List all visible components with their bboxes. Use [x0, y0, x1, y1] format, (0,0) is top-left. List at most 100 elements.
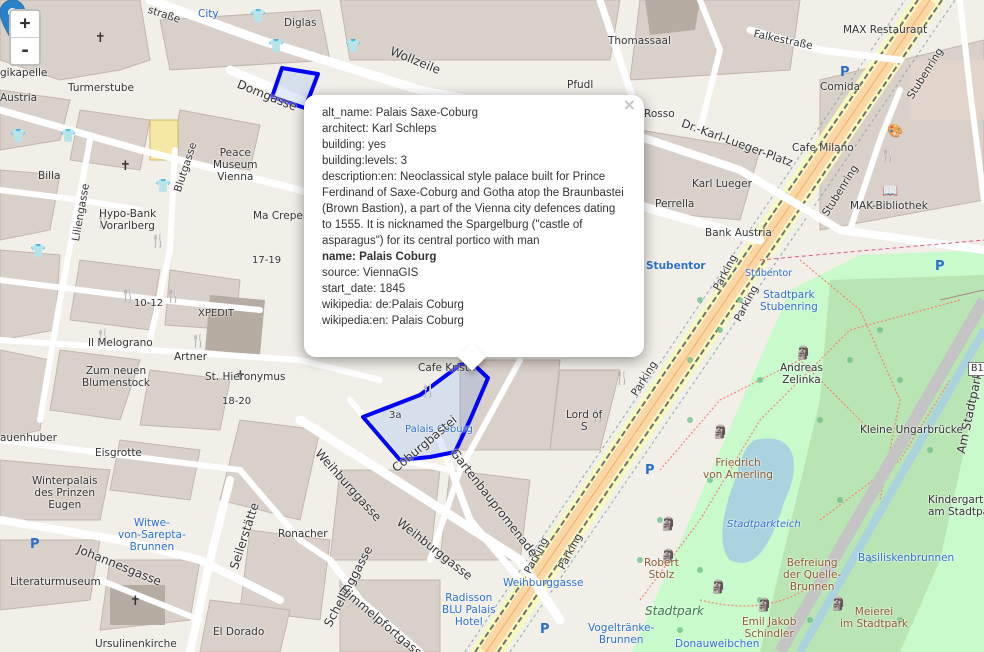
label-stadtpark-stubenring: Stadtpark Stubenring [760, 289, 818, 313]
label-austria: Austria [0, 92, 38, 104]
label-hypo-bank: Hypo-Bank Vorarlberg [99, 208, 157, 232]
popup-row-source: source: ViennaGIS [322, 267, 419, 279]
label-stubentor: Stubentor [646, 260, 706, 272]
label-thomassaal: Thomassaal [608, 35, 671, 47]
label-num-17-19: 17-19 [252, 255, 282, 266]
label-num-10-12: 10-12 [134, 298, 164, 309]
label-robert-stolz: Robert Stolz [644, 557, 679, 581]
label-perrella: Perrella [655, 198, 695, 210]
svg-text:🗿: 🗿 [660, 516, 676, 532]
label-rosso: Rosso [644, 108, 675, 120]
label-literaturmuseum: Literaturmuseum [10, 576, 101, 588]
label-peace-museum: Peace Museum Vienna [213, 147, 258, 183]
svg-text:🍴: 🍴 [165, 288, 181, 304]
label-befreiung: Befreiung der Quelle- Brunnen [783, 557, 842, 593]
svg-text:🗿: 🗿 [712, 424, 728, 440]
feature-popup: × alt_name: Palais Saxe-Coburg architect… [304, 95, 644, 372]
label-b1: B1 [968, 362, 984, 376]
label-max-restaurant: MAX Restaurant [843, 24, 928, 36]
label-stadtpark: Stadtpark [645, 604, 704, 618]
svg-text:✝: ✝ [130, 594, 141, 609]
church-top [645, 0, 700, 35]
svg-text:🗿: 🗿 [756, 597, 772, 613]
label-num-3a: 3a [389, 410, 402, 421]
label-ronacher: Ronacher [278, 528, 328, 540]
svg-text:🍴: 🍴 [150, 233, 166, 249]
label-billa: Billa [38, 170, 61, 182]
svg-text:P: P [935, 259, 945, 274]
svg-text:🎨: 🎨 [887, 122, 903, 139]
svg-text:P: P [30, 537, 40, 552]
svg-text:✝: ✝ [120, 159, 131, 174]
label-cafe-milano: Cafe Milano [792, 142, 854, 154]
popup-close-button[interactable]: × [623, 95, 636, 114]
popup-row-name: name: Palais Coburg [322, 249, 626, 265]
svg-text:P: P [540, 622, 550, 637]
label-bank-austria: Bank Austria [705, 227, 772, 239]
label-kapelle: gikapelle [0, 67, 48, 79]
svg-text:👕: 👕 [268, 39, 284, 54]
label-stubentor-stop: Stubentor [745, 268, 793, 279]
label-el-dorado: El Dorado [213, 626, 265, 638]
popup-row-building-levels: building:levels: 3 [322, 155, 408, 167]
label-witwe: Witwe- von-Sarepta- Brunnen [118, 517, 186, 553]
label-artner: Artner [174, 351, 208, 363]
label-eisgrotte: Eisgrotte [95, 447, 142, 459]
zoom-control: + - [9, 9, 41, 66]
svg-text:P: P [840, 65, 850, 80]
label-num-18-20: 18-20 [222, 396, 252, 407]
popup-row-wikipedia: wikipedia: de:Palais Coburg [322, 299, 464, 311]
svg-text:P: P [645, 463, 655, 478]
popup-row-wikipedia-en: wikipedia:en: Palais Coburg [322, 315, 464, 327]
zoom-out-button[interactable]: - [11, 37, 39, 64]
label-basiliskenbrunnen: Basiliskenbrunnen [858, 552, 955, 564]
label-andreas-zelinka: Andreas Zelinka [780, 362, 823, 386]
svg-text:👕: 👕 [250, 9, 266, 24]
popup-row-alt-name: alt_name: Palais Saxe-Coburg [322, 107, 478, 119]
label-kindergarten: Kindergart am Stadtpar [928, 494, 984, 518]
label-st-hieronymus: St. Hieronymus [205, 371, 286, 383]
svg-text:✝: ✝ [95, 31, 106, 46]
label-xpedit: XPEDIT [198, 308, 234, 319]
label-friedrich-von-amerling: Friedrich von Amerling [703, 457, 773, 481]
svg-text:👕: 👕 [345, 39, 361, 54]
label-lord-of: Lord of S [566, 409, 603, 433]
label-ma-creper: Ma Creper [253, 210, 308, 222]
label-zum-neuen-blumenstock: Zum neuen Blumenstock [82, 365, 150, 389]
popup-name-bold: name: Palais Coburg [322, 251, 437, 263]
label-diglas: Diglas [284, 17, 317, 29]
svg-text:👕: 👕 [60, 129, 76, 144]
label-turmerstube: Turmerstube [68, 82, 134, 94]
label-radisson: Radisson BLU Palais Hotel [442, 592, 496, 628]
popup-row-start-date: start_date: 1845 [322, 283, 406, 295]
svg-text:📖: 📖 [882, 184, 898, 199]
popup-row-description: description:en: Neoclassical style palac… [322, 171, 624, 247]
svg-text:🗿: 🗿 [710, 579, 726, 595]
label-karl-lueger: Karl Lueger [692, 178, 752, 190]
label-comida: Comida [820, 81, 861, 93]
label-emil-jakob-schindler: Emil Jakob Schindler [742, 616, 797, 640]
label-city: City [198, 8, 219, 20]
popup-row-building: building: yes [322, 139, 386, 151]
label-weihburggasse-stop: Weihburggasse [503, 577, 584, 589]
label-il-melograno: Il Melograno [88, 337, 153, 349]
svg-text:🍴: 🍴 [190, 333, 206, 349]
label-ursulinenkirche: Ursulinenkirche [95, 638, 177, 650]
svg-text:🗿: 🗿 [795, 345, 811, 361]
label-stadtparkteich: Stadtparkteich [727, 519, 801, 530]
label-kleine-ungarbruecke: Kleine Ungarbrücke [860, 424, 963, 436]
label-mak-bibliothek: MAK-Bibliothek [850, 200, 928, 212]
svg-text:👕: 👕 [155, 179, 171, 194]
label-auenhuber: auenhuber [0, 432, 57, 444]
svg-text:👕: 👕 [30, 244, 46, 259]
zoom-in-button[interactable]: + [11, 11, 39, 37]
svg-text:🍴: 🍴 [880, 148, 896, 164]
popup-row-architect: architect: Karl Schleps [322, 123, 437, 135]
label-meierei: Meierei im Stadtpark [840, 606, 908, 630]
svg-text:👕: 👕 [10, 129, 26, 144]
label-pfudl: Pfudl [567, 79, 594, 91]
label-vogeltraenke: Vogeltränke- Brunnen [588, 622, 655, 646]
svg-text:🍴: 🍴 [614, 370, 630, 386]
label-winterpalais: Winterpalais des Prinzen Eugen [32, 475, 98, 511]
svg-text:🍴: 🍴 [420, 383, 436, 399]
